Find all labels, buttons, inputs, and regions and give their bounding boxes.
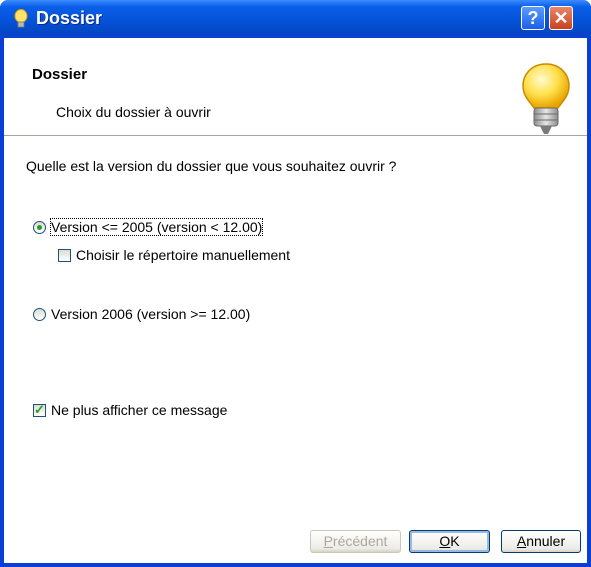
checkbox-label-manual-directory: Choisir le répertoire manuellement xyxy=(76,247,290,263)
radio-label-version-2005: Version <= 2005 (version < 12.00) xyxy=(49,218,264,236)
previous-label: récédent xyxy=(332,533,388,549)
checkbox-label-no-show: Ne plus afficher ce message xyxy=(51,402,228,418)
radio-label-version-2006: Version 2006 (version >= 12.00) xyxy=(51,306,251,322)
title-bar[interactable]: Dossier ? ✕ xyxy=(0,0,591,38)
checkbox-manual-directory[interactable]: Choisir le répertoire manuellement xyxy=(58,247,290,263)
cancel-label: nnuler xyxy=(526,533,566,549)
ok-button[interactable]: OK xyxy=(409,530,490,553)
header-subtitle: Choix du dossier à ouvrir xyxy=(56,104,211,120)
ok-label: K xyxy=(450,533,460,549)
close-button[interactable]: ✕ xyxy=(549,6,573,30)
radio-version-2006[interactable]: Version 2006 (version >= 12.00) xyxy=(33,306,250,322)
radio-button-unselected[interactable] xyxy=(33,307,46,321)
checkbox-no-show[interactable]: Ne plus afficher ce message xyxy=(33,402,227,418)
wizard-header: Dossier Choix du dossier à ouvrir xyxy=(4,38,587,136)
header-title: Dossier xyxy=(32,66,88,83)
previous-button[interactable]: Précédent xyxy=(310,530,401,553)
cancel-mnemonic: A xyxy=(516,533,527,549)
radio-version-2005[interactable]: Version <= 2005 (version < 12.00) xyxy=(33,218,264,236)
checkbox-checked[interactable] xyxy=(33,402,46,418)
lightbulb-icon xyxy=(522,63,570,134)
ok-mnemonic: O xyxy=(439,533,451,549)
question-text: Quelle est la version du dossier que vou… xyxy=(26,158,397,174)
radio-button-selected[interactable] xyxy=(33,220,46,234)
cancel-button[interactable]: Annuler xyxy=(501,530,581,553)
checkbox-unchecked[interactable] xyxy=(58,248,71,262)
help-button[interactable]: ? xyxy=(521,6,545,30)
window-title: Dossier xyxy=(36,8,103,28)
dialog-body: Quelle est la version du dossier que vou… xyxy=(4,136,587,563)
dossier-dialog: Dossier ? ✕ Dossier Choix du dossier à o… xyxy=(0,0,591,567)
lightbulb-icon xyxy=(14,9,28,28)
previous-mnemonic: P xyxy=(323,533,333,549)
